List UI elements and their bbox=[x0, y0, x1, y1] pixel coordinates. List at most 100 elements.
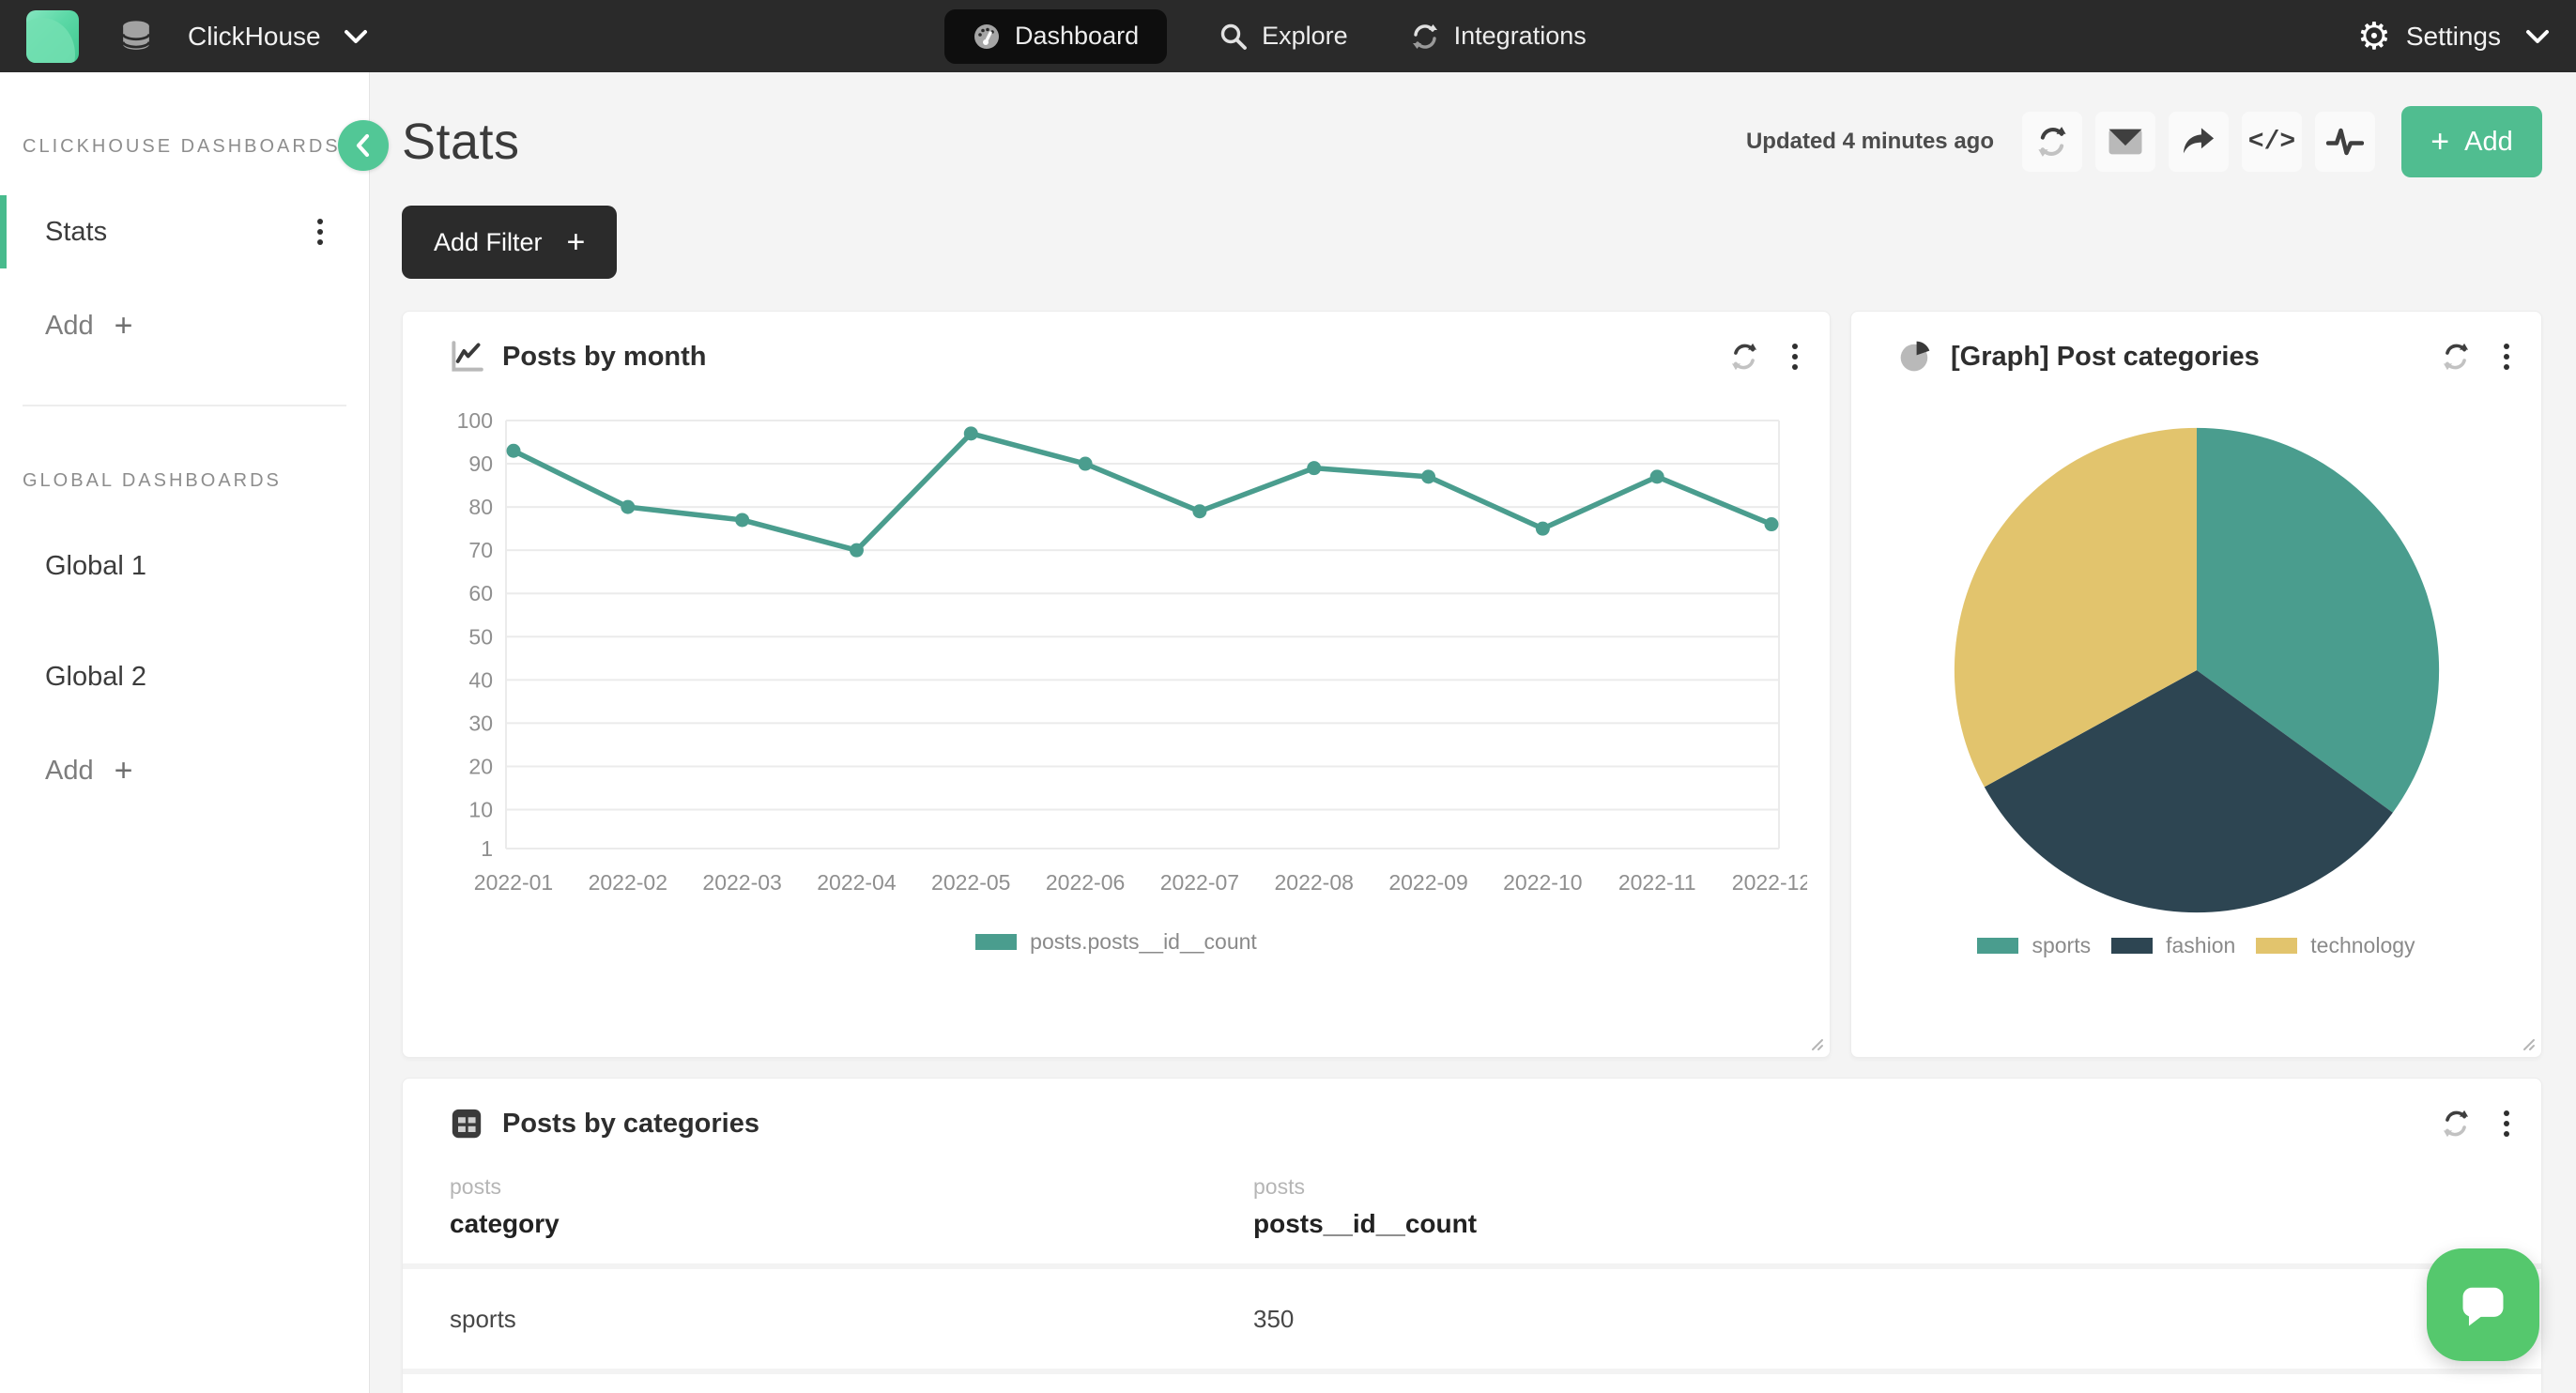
add-dashboard-button[interactable]: Add + bbox=[0, 308, 369, 344]
table-icon bbox=[450, 1107, 483, 1140]
sync-icon bbox=[1410, 23, 1440, 51]
legend-swatch bbox=[1977, 938, 2018, 954]
chat-widget-button[interactable] bbox=[2427, 1248, 2539, 1361]
refresh-icon[interactable] bbox=[1728, 341, 1760, 373]
data-table: postscategoryposts posts__id__countsports… bbox=[403, 1161, 2541, 1393]
data-point[interactable] bbox=[1079, 457, 1093, 471]
y-tick-label: 30 bbox=[468, 711, 493, 735]
nav-item-label: Integrations bbox=[1454, 22, 1587, 51]
line-chart-legend: posts.posts__id__count bbox=[403, 929, 1830, 955]
data-point[interactable] bbox=[1307, 461, 1321, 475]
legend-item[interactable]: sports bbox=[1977, 933, 2091, 958]
add-filter-button[interactable]: Add Filter + bbox=[402, 206, 617, 279]
card-post-categories: [Graph] Post categories sportsfash bbox=[1850, 311, 2542, 1058]
pulse-icon bbox=[2326, 125, 2364, 159]
sidebar-item-stats[interactable]: Stats bbox=[0, 195, 369, 268]
legend-item[interactable]: fashion bbox=[2111, 933, 2235, 958]
sidebar-item-global-1[interactable]: Global 1 bbox=[0, 529, 369, 603]
sidebar-item-global-2[interactable]: Global 2 bbox=[0, 640, 369, 713]
plus-icon: + bbox=[115, 308, 133, 344]
share-button[interactable] bbox=[2169, 112, 2229, 172]
line-chart: 11020304050607080901002022-012022-022022… bbox=[427, 400, 1807, 926]
card-title: Posts by month bbox=[502, 342, 707, 373]
add-label: Add bbox=[45, 756, 94, 787]
kebab-menu-icon[interactable] bbox=[1788, 340, 1802, 374]
y-tick-label: 40 bbox=[468, 667, 493, 692]
data-point[interactable] bbox=[1765, 517, 1779, 531]
gear-icon: ⚙ bbox=[2357, 18, 2391, 55]
card-header: Posts by month bbox=[403, 312, 1830, 374]
share-forward-icon bbox=[2181, 125, 2216, 159]
data-point[interactable] bbox=[507, 444, 521, 458]
main-content: Stats Updated 4 minutes ago bbox=[370, 72, 2576, 1393]
add-widget-button[interactable]: + Add bbox=[2401, 106, 2542, 177]
data-point[interactable] bbox=[1192, 504, 1206, 518]
email-report-button[interactable] bbox=[2095, 112, 2155, 172]
data-point[interactable] bbox=[1536, 522, 1550, 536]
card-header: [Graph] Post categories bbox=[1851, 312, 2541, 374]
refresh-icon[interactable] bbox=[2440, 1108, 2472, 1140]
sidebar-collapse-button[interactable] bbox=[338, 120, 389, 171]
y-tick-label: 50 bbox=[468, 624, 493, 649]
nav-item-integrations[interactable]: Integrations bbox=[1401, 9, 1596, 64]
x-tick-label: 2022-11 bbox=[1618, 870, 1696, 895]
settings-menu[interactable]: ⚙ Settings bbox=[2357, 18, 2550, 55]
activity-button[interactable] bbox=[2315, 112, 2375, 172]
chat-bubble-icon bbox=[2456, 1278, 2510, 1331]
data-point[interactable] bbox=[735, 513, 749, 527]
chevron-down-icon bbox=[2525, 29, 2550, 44]
legend-item[interactable]: technology bbox=[2256, 933, 2415, 958]
chevron-left-icon bbox=[353, 133, 374, 158]
legend-swatch bbox=[975, 934, 1017, 950]
page-title: Stats bbox=[402, 113, 520, 171]
kebab-menu-icon[interactable] bbox=[2500, 1107, 2513, 1140]
table-column-header[interactable]: posts posts__id__count bbox=[1253, 1174, 2494, 1239]
refresh-icon bbox=[2034, 124, 2070, 160]
y-tick-label: 10 bbox=[468, 798, 493, 822]
card-posts-by-month: Posts by month 1102030405060708090100202… bbox=[402, 311, 1831, 1058]
resize-handle-icon[interactable] bbox=[1807, 1034, 1824, 1051]
x-tick-label: 2022-12 bbox=[1732, 870, 1807, 895]
data-point[interactable] bbox=[621, 500, 635, 514]
card-posts-by-categories: Posts by categories postscategorypostspo… bbox=[402, 1078, 2542, 1393]
brand-name: ClickHouse bbox=[188, 22, 321, 52]
column-group-label: posts bbox=[1253, 1174, 2494, 1200]
x-tick-label: 2022-03 bbox=[702, 870, 781, 895]
refresh-button[interactable] bbox=[2022, 112, 2082, 172]
legend-swatch bbox=[2256, 938, 2297, 954]
pie-chart bbox=[1947, 421, 2446, 920]
nav-center: Dashboard Explore Integrations bbox=[944, 0, 1596, 72]
x-tick-label: 2022-10 bbox=[1503, 870, 1582, 895]
dashboard-cards-row: Posts by month 1102030405060708090100202… bbox=[402, 311, 2542, 1058]
refresh-icon[interactable] bbox=[2440, 341, 2472, 373]
legend-label: technology bbox=[2310, 933, 2415, 958]
y-tick-label: 100 bbox=[457, 408, 493, 433]
nav-item-explore[interactable]: Explore bbox=[1210, 9, 1357, 64]
pie-chart-icon bbox=[1898, 340, 1932, 374]
resize-handle-icon[interactable] bbox=[2519, 1034, 2536, 1051]
data-point[interactable] bbox=[1650, 469, 1664, 483]
data-point[interactable] bbox=[964, 426, 978, 440]
kebab-menu-icon[interactable] bbox=[2500, 340, 2513, 374]
y-tick-label: 90 bbox=[468, 452, 493, 476]
table-cell: 350 bbox=[1253, 1305, 2494, 1334]
table-column-header[interactable]: postscategory bbox=[450, 1174, 1253, 1239]
app-logo[interactable] bbox=[26, 10, 79, 63]
column-name-label: posts__id__count bbox=[1253, 1209, 2494, 1239]
table-cell: sports bbox=[450, 1305, 1253, 1334]
card-title: [Graph] Post categories bbox=[1951, 342, 2260, 373]
brand[interactable]: ClickHouse bbox=[26, 10, 368, 63]
sidebar-divider bbox=[23, 405, 346, 406]
data-point[interactable] bbox=[1421, 469, 1435, 483]
table-header-row: postscategoryposts posts__id__count bbox=[403, 1161, 2541, 1263]
pie-chart-legend: sports fashion technology bbox=[1851, 933, 2541, 958]
nav-item-dashboard[interactable]: Dashboard bbox=[944, 9, 1167, 64]
add-button-label: Add bbox=[2464, 127, 2513, 158]
embed-code-button[interactable]: </> bbox=[2242, 112, 2302, 172]
add-label: Add bbox=[45, 311, 94, 342]
y-tick-label: 1 bbox=[481, 836, 493, 861]
kebab-menu-icon[interactable] bbox=[314, 215, 327, 249]
data-point[interactable] bbox=[850, 543, 864, 558]
add-global-dashboard-button[interactable]: Add + bbox=[0, 753, 369, 789]
x-tick-label: 2022-04 bbox=[817, 870, 897, 895]
